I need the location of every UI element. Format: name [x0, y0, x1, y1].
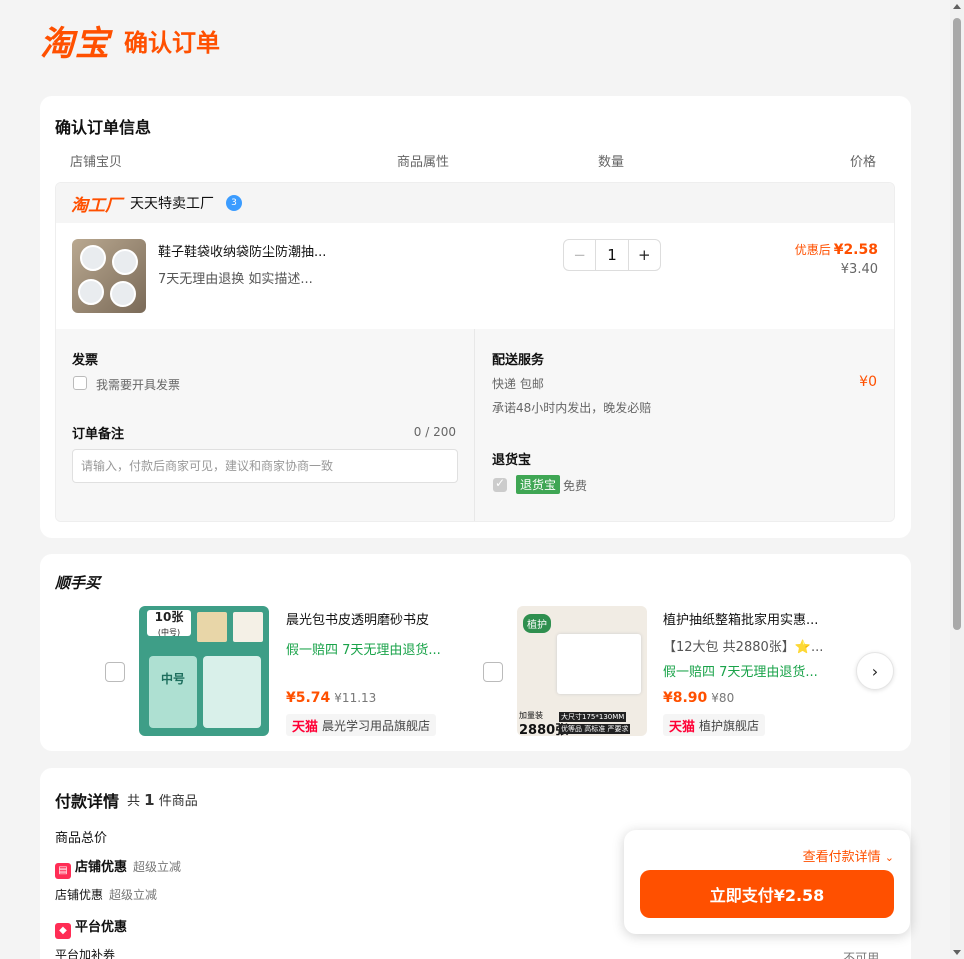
product-1-image-size: (中号): [157, 628, 181, 637]
scrollbar-thumb[interactable]: [953, 18, 961, 630]
scroll-up-icon[interactable]: [953, 4, 961, 9]
payment-title: 付款详情: [55, 792, 120, 811]
original-price: ¥3.40: [840, 262, 878, 277]
taogongchang-logo: 淘工厂: [71, 195, 122, 216]
invoice-checkbox[interactable]: [73, 376, 87, 390]
invoice-checkbox-label[interactable]: 我需要开具发票: [96, 376, 180, 393]
order-note-input[interactable]: 请输入，付款后商家可见，建议和商家协商一致: [72, 449, 458, 483]
page-title: 确认订单: [124, 28, 220, 57]
delivery-panel: 配送服务 快递 包邮 ¥0 承诺48小时内发出，晚发必赔 退货宝 退货宝 免费: [476, 329, 894, 521]
discounted-price: 优惠后 ¥2.58: [795, 241, 878, 258]
quantity-plus-button[interactable]: +: [627, 240, 660, 270]
quantity-stepper: − 1 +: [563, 239, 661, 271]
product-1-original-price: ¥11.13: [334, 691, 377, 705]
return-insurance-label: 退货宝: [492, 453, 532, 468]
product-2-checkbox[interactable]: [483, 662, 503, 682]
order-note-counter: 0 / 200: [413, 425, 456, 439]
return-insurance-free: 免费: [563, 479, 588, 493]
pay-panel: 查看付款详情 ⌄ 立即支付¥2.58: [624, 830, 910, 934]
quantity-value[interactable]: 1: [596, 240, 627, 270]
item-title[interactable]: 鞋子鞋袋收纳袋防尘防潮抽...: [158, 241, 326, 260]
pay-now-button[interactable]: 立即支付¥2.58: [640, 870, 894, 918]
product-2-image[interactable]: 植护 加量装 2880张 大尺寸175*130MM 优等品 高标准 严要求: [517, 606, 647, 736]
tmall-logo: 天猫: [292, 719, 319, 735]
product-1-image-count: 10张: [154, 610, 184, 624]
chevron-right-icon: ›: [871, 661, 879, 681]
shop-name[interactable]: 天天特卖工厂: [130, 193, 214, 213]
product-2-image-tag: 植护: [523, 614, 551, 633]
shunshou-title: 顺手买: [55, 574, 101, 592]
carousel-next-button[interactable]: ›: [856, 652, 894, 690]
chat-icon[interactable]: 3: [226, 195, 242, 211]
payment-item-count: 共 1 件商品: [127, 791, 198, 809]
delivery-label: 配送服务: [492, 353, 545, 368]
product-1-store[interactable]: 天猫 晨光学习用品旗舰店: [286, 714, 437, 736]
item-service-tags: 7天无理由退换 如实描述...: [158, 272, 313, 287]
item-thumbnail[interactable]: [72, 239, 146, 313]
chevron-down-icon: ⌄: [882, 951, 893, 959]
product-1-price: ¥5.74 ¥11.13: [286, 690, 377, 706]
product-2-store[interactable]: 天猫 植护旗舰店: [663, 714, 766, 736]
discounted-price-value: ¥2.58: [833, 242, 878, 258]
coupon-icon: ◆: [55, 923, 71, 939]
column-header-shop-item: 店铺宝贝: [70, 155, 123, 170]
discount-label: 优惠后: [794, 243, 831, 257]
return-insurance-checkbox[interactable]: [493, 476, 507, 492]
order-extras: 发票 我需要开具发票 订单备注 0 / 200 请输入，付款后商家可见，建议和商…: [56, 329, 894, 521]
platform-coupon-status[interactable]: 不可用 ⌄: [843, 949, 893, 959]
shop-icon: ▤: [55, 863, 71, 879]
product-2-image-banner: 优等品 高标准 严要求: [559, 724, 631, 734]
product-2-image-size: 大尺寸175*130MM: [559, 712, 627, 722]
delivery-price: ¥0: [859, 374, 877, 390]
view-payment-details-link[interactable]: 查看付款详情 ⌄: [803, 846, 894, 865]
platform-coupon-row: 平台加补券: [55, 948, 116, 959]
chevron-down-icon: ⌄: [884, 851, 894, 864]
order-section-title: 确认订单信息: [55, 118, 152, 137]
product-1-checkbox[interactable]: [105, 662, 125, 682]
column-header-attributes: 商品属性: [397, 155, 450, 170]
quantity-minus-button[interactable]: −: [564, 240, 597, 270]
page-scrollbar[interactable]: [950, 0, 964, 959]
product-1-tags: 假一赔四 7天无理由退货...: [286, 643, 441, 658]
delivery-promise: 承诺48小时内发出，晚发必赔: [492, 401, 652, 415]
order-info-card: 确认订单信息 店铺宝贝 商品属性 数量 价格 淘工厂 天天特卖工厂 3 鞋子鞋袋…: [40, 96, 911, 538]
product-2-price: ¥8.90 ¥80: [663, 690, 735, 706]
product-1-image-label: 中号: [149, 656, 197, 728]
invoice-label: 发票: [72, 353, 99, 368]
product-2-title[interactable]: 植护抽纸整箱批家用实惠...: [663, 609, 818, 628]
page-header: 淘宝 确认订单: [40, 16, 220, 65]
product-2-original-price: ¥80: [711, 691, 735, 705]
delivery-method: 快递 包邮: [492, 377, 544, 391]
scroll-down-icon[interactable]: [953, 950, 961, 955]
product-2-specs: 【12大包 共2880张】⭐...: [663, 640, 824, 655]
shunshou-card: 顺手买 10张 (中号) 中号 晨光包书皮透明磨砂书皮 假一赔四 7天无理由退货.…: [40, 554, 911, 751]
tmall-logo: 天猫: [669, 719, 696, 735]
return-insurance-tag: 退货宝: [516, 475, 561, 494]
cart-item: 鞋子鞋袋收纳袋防尘防潮抽... 7天无理由退换 如实描述... − 1 + 优惠…: [56, 223, 894, 329]
taobao-logo[interactable]: 淘宝: [40, 16, 110, 65]
platform-discount-header: ◆ 平台优惠: [55, 916, 127, 939]
shop-discount-header: ▤ 店铺优惠 超级立减: [55, 856, 181, 879]
shop-header: 淘工厂 天天特卖工厂 3: [56, 183, 894, 223]
product-1-image[interactable]: 10张 (中号) 中号: [139, 606, 269, 736]
total-price-label: 商品总价: [55, 831, 108, 846]
order-note-label: 订单备注: [72, 427, 125, 442]
column-header-price: 价格: [850, 155, 877, 170]
shop-group: 淘工厂 天天特卖工厂 3 鞋子鞋袋收纳袋防尘防潮抽... 7天无理由退换 如实描…: [55, 182, 895, 522]
product-1-title[interactable]: 晨光包书皮透明磨砂书皮: [286, 609, 429, 628]
product-2-tags: 假一赔四 7天无理由退货...: [663, 665, 818, 680]
invoice-note-panel: 发票 我需要开具发票 订单备注 0 / 200 请输入，付款后商家可见，建议和商…: [56, 329, 475, 521]
shop-discount-row: 店铺优惠 超级立减: [55, 888, 158, 902]
column-header-quantity: 数量: [598, 155, 625, 170]
